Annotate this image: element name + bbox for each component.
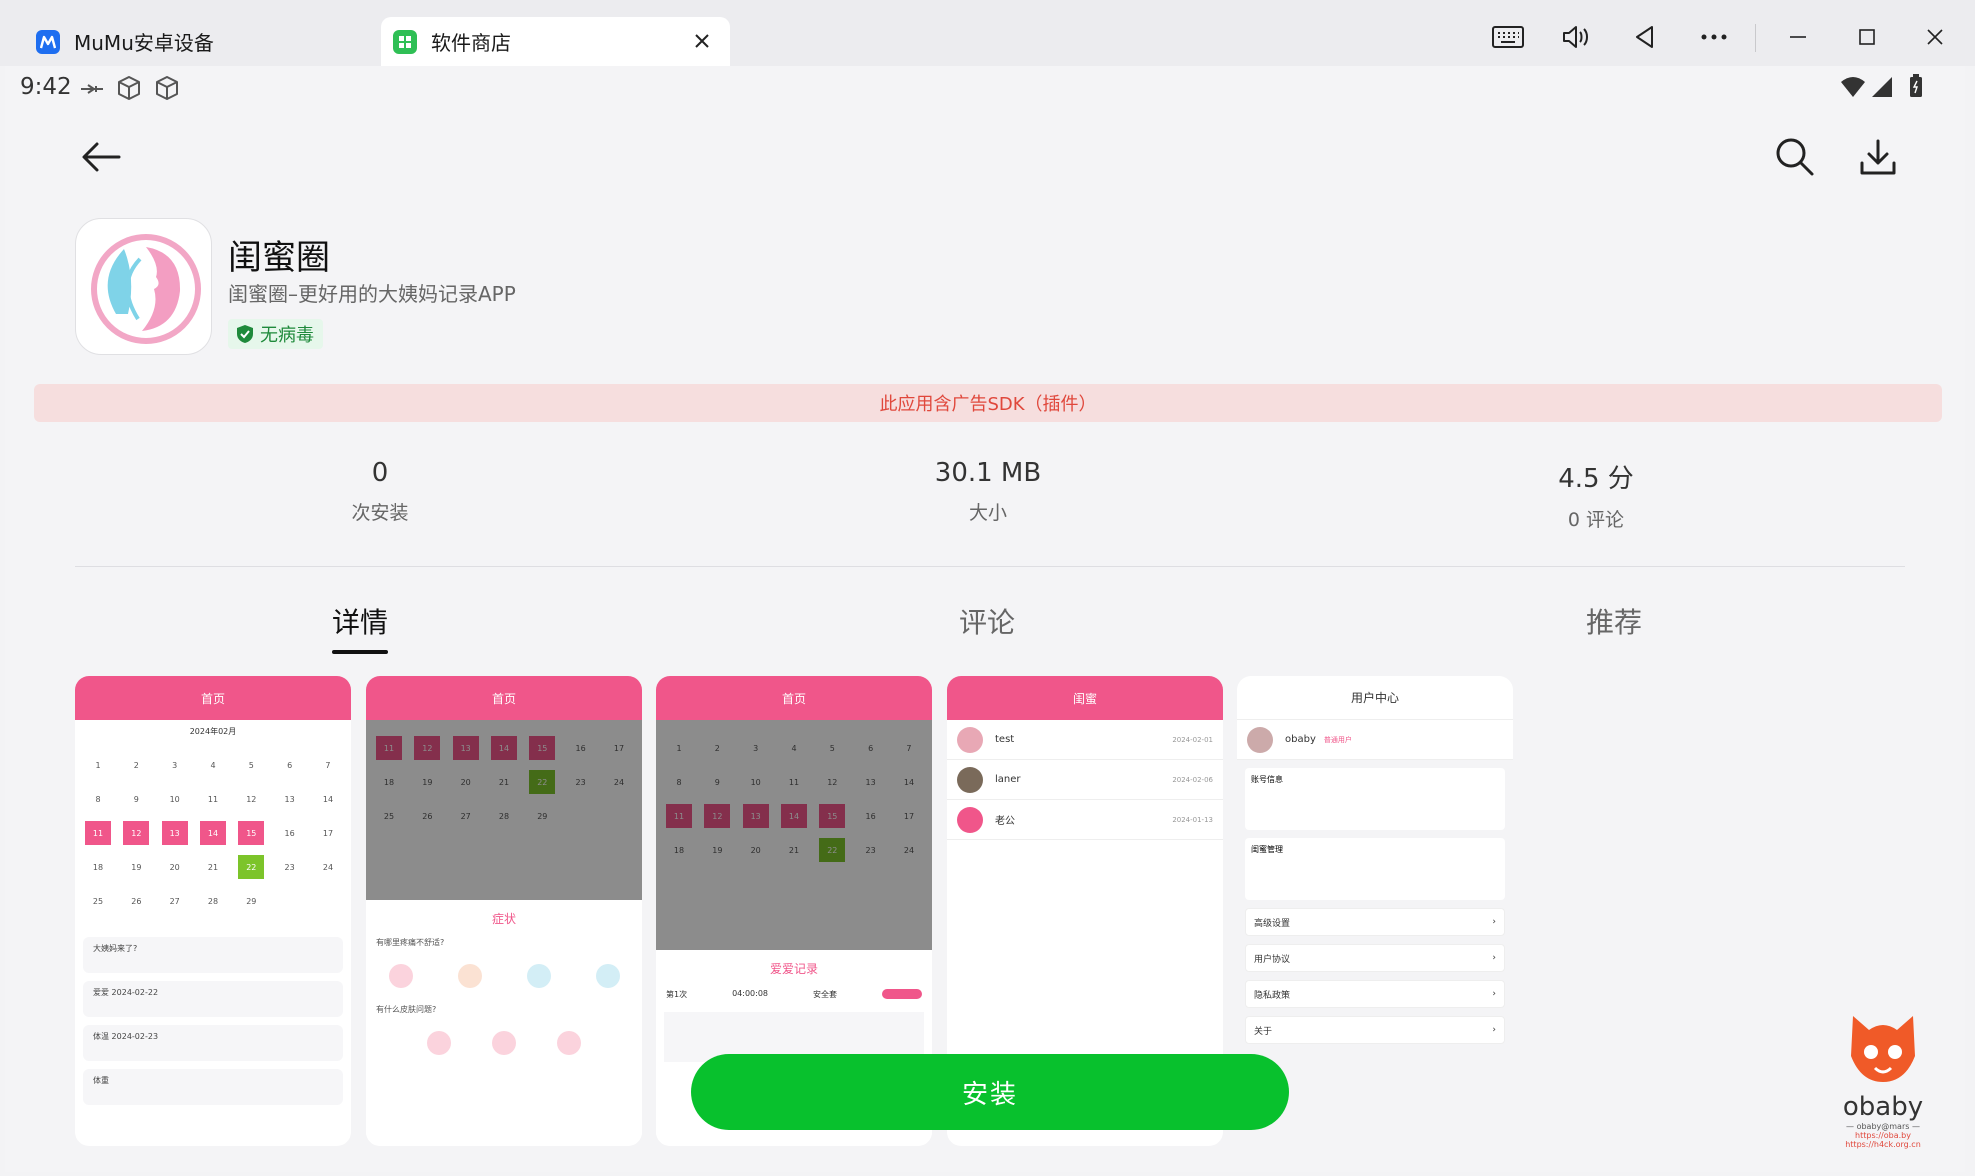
- modal-overlay: [656, 720, 932, 950]
- stat-installs: 0 次安装: [230, 458, 530, 525]
- menu-row: 关于 ›: [1245, 1016, 1505, 1044]
- friends-section: 闺蜜管理: [1245, 838, 1505, 900]
- record-card: 体重: [83, 1069, 343, 1105]
- question: 有哪里疼痛不舒适?: [376, 938, 445, 947]
- title-bar: MuMu安卓设备 软件商店: [0, 0, 1975, 66]
- menu-row: 高级设置 ›: [1245, 908, 1505, 936]
- back-arrow-icon[interactable]: [73, 129, 129, 185]
- wifi-icon: [1840, 76, 1866, 102]
- question: 有什么皮肤问题?: [376, 1005, 437, 1014]
- maximize-icon[interactable]: [1847, 22, 1887, 52]
- search-icon[interactable]: [1767, 129, 1823, 185]
- menu-row: 用户协议 ›: [1245, 944, 1505, 972]
- calendar-month: 2024年02月: [189, 727, 237, 736]
- sheet-title: 症状: [491, 912, 516, 926]
- tab-details[interactable]: 详情: [260, 601, 460, 641]
- screenshot-header: 首页: [366, 676, 642, 720]
- tab-recommended[interactable]: 推荐: [1514, 601, 1714, 641]
- stat-rating[interactable]: 4.5 分 0 评论: [1446, 458, 1746, 532]
- stat-value: 4.5 分: [1558, 464, 1634, 494]
- screenshot-header: 用户中心: [1237, 676, 1513, 720]
- watermark-url: https://oba.by: [1855, 1131, 1911, 1140]
- screenshot-header: 首页: [656, 676, 932, 720]
- fox-logo-icon: [1851, 1016, 1915, 1082]
- stat-label: 大小: [968, 502, 1007, 524]
- app-icon: [75, 218, 212, 355]
- download-icon[interactable]: [1850, 129, 1906, 185]
- badge-label: 无病毒: [260, 325, 314, 346]
- record-card: 体温 2024-02-23: [83, 1025, 343, 1061]
- virus-free-badge: 无病毒: [228, 319, 323, 349]
- tab-label: MuMu安卓设备: [74, 31, 214, 55]
- stat-value: 30.1 MB: [934, 458, 1042, 488]
- close-window-icon[interactable]: [1915, 22, 1955, 52]
- record-tag: 安全套: [813, 990, 837, 999]
- tab-app-store[interactable]: 软件商店: [381, 17, 730, 66]
- account-section: 账号信息: [1245, 768, 1505, 830]
- modal-overlay: [366, 720, 642, 900]
- stat-label: 次安装: [351, 502, 409, 524]
- install-button[interactable]: 安装: [691, 1054, 1289, 1130]
- user-row: obaby 普通用户: [1237, 720, 1513, 760]
- screenshot-header: 闺蜜: [947, 676, 1223, 720]
- battery-icon: [1909, 74, 1923, 102]
- status-time: 9:42: [20, 74, 72, 100]
- period-card: 大姨妈来了?: [83, 937, 343, 973]
- menu-row: 隐私政策 ›: [1245, 980, 1505, 1008]
- app-description: 闺蜜圈–更好用的大姨妈记录APP: [228, 282, 516, 306]
- shield-check-icon: [237, 325, 253, 343]
- cube-icon: [153, 74, 181, 106]
- screenshot-1[interactable]: 首页 2024年02月 1234567 8 9 10 11 12 13 14 11 12 13 1…: [75, 676, 351, 1146]
- app-name: 闺蜜圈: [228, 238, 330, 278]
- minimize-icon[interactable]: [1778, 22, 1818, 52]
- list-item: laner 2024-02-06: [947, 760, 1223, 800]
- signal-icon: [1871, 76, 1893, 102]
- record-card: 爱爱 2024-02-22: [83, 981, 343, 1017]
- watermark: obaby — obaby@mars — https://oba.by http…: [1823, 1006, 1943, 1156]
- stat-label: 0 评论: [1567, 509, 1625, 531]
- stat-size: 30.1 MB 大小: [838, 458, 1138, 525]
- more-icon[interactable]: [1694, 22, 1734, 52]
- tab-reviews[interactable]: 评论: [887, 601, 1087, 641]
- record-time: 04:00:08: [732, 989, 769, 998]
- close-tab-icon[interactable]: [690, 29, 714, 53]
- status-bar: 9:42: [5, 66, 1965, 110]
- tab-label: 软件商店: [431, 31, 511, 55]
- device-screen: 9:42 闺蜜圈 闺蜜圈–更好用的大姨妈记录APP 无病毒 此应用含广告SDK（…: [5, 66, 1965, 1172]
- tab-mumu-device[interactable]: MuMu安卓设备: [20, 17, 375, 66]
- active-tab-indicator: [332, 650, 388, 654]
- watermark-sub: — obaby@mars —: [1846, 1122, 1920, 1131]
- sheet-title: 爱爱记录: [769, 962, 818, 976]
- list-item: 老公 2024-01-13: [947, 800, 1223, 840]
- list-item: test 2024-02-01: [947, 720, 1223, 760]
- screenshot-header: 首页: [75, 676, 351, 720]
- keyboard-icon[interactable]: [1488, 22, 1528, 52]
- stat-value: 0: [371, 458, 389, 488]
- cube-icon: [115, 74, 143, 106]
- section-divider: [75, 566, 1905, 567]
- calendar-grid: 1234567 8 9 10 11 12 13 14 11 12 13 14 15 16 17 18 19…: [75, 737, 351, 929]
- emulator-window: MuMu安卓设备 软件商店 9:42 闺蜜圈 闺蜜圈–更好用的大姨妈记录APP …: [0, 0, 1975, 1176]
- ad-sdk-notice[interactable]: 此应用含广告SDK（插件）: [34, 384, 1942, 422]
- screenshot-2[interactable]: 首页 11 12 13 14 15 16 17 18 19 20 21 22 23 24 25 26 27 2…: [366, 676, 642, 1146]
- record-index: 第1次: [666, 990, 688, 999]
- volume-icon[interactable]: [1556, 22, 1596, 52]
- airplane-icon: [80, 80, 104, 99]
- mumu-logo-icon: [36, 29, 60, 54]
- toolbar-divider: [1755, 24, 1756, 52]
- store-logo-icon: [393, 29, 417, 54]
- watermark-url: https://h4ck.org.cn: [1845, 1140, 1921, 1149]
- back-triangle-icon[interactable]: [1625, 22, 1665, 52]
- watermark-brand: obaby: [1842, 1092, 1924, 1122]
